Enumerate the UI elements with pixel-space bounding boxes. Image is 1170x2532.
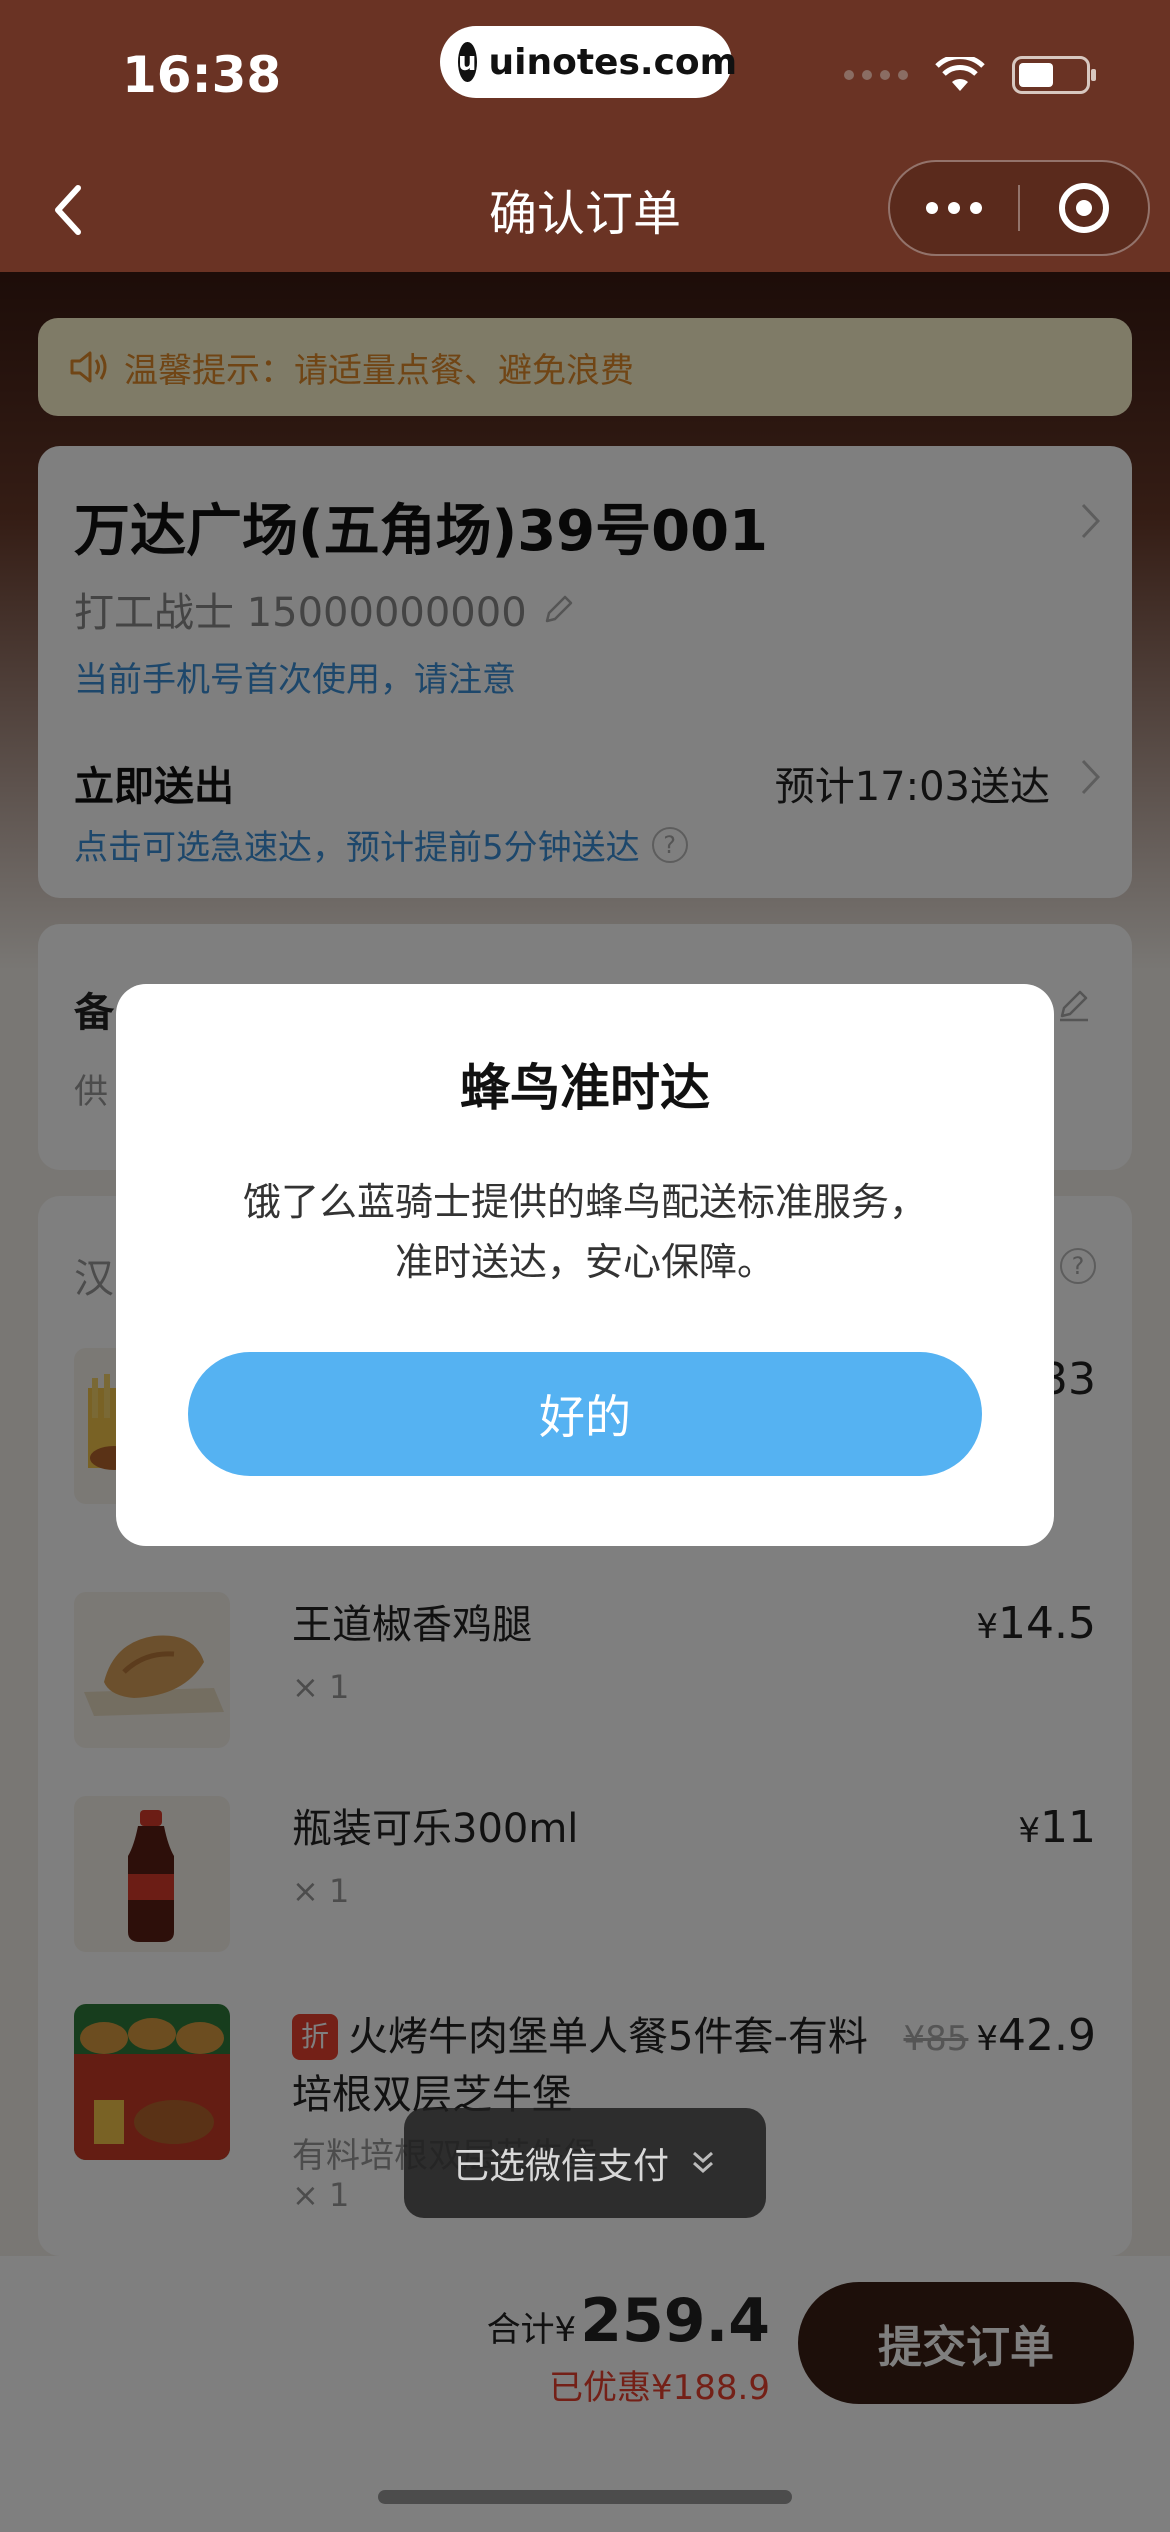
status-time: 16:38 xyxy=(122,46,282,104)
wifi-icon xyxy=(935,57,985,91)
ok-button[interactable]: 好的 xyxy=(188,1352,982,1476)
app-header: 16:38 u uinotes.com 确认订单 xyxy=(0,0,1170,272)
dialog-title: 蜂鸟准时达 xyxy=(460,1059,710,1117)
payment-toast[interactable]: 已选微信支付 xyxy=(404,2108,766,2218)
url-pill: u uinotes.com xyxy=(440,26,737,98)
signal-icon xyxy=(844,70,908,80)
double-chevron-down-icon xyxy=(693,2151,713,2174)
dialog-body-line: 饿了么蓝骑士提供的蜂鸟配送标准服务， xyxy=(242,1180,927,1224)
url-text: uinotes.com xyxy=(488,41,738,83)
close-mini-program-button[interactable] xyxy=(1020,183,1148,233)
mini-program-capsule xyxy=(888,160,1150,256)
status-icons xyxy=(844,56,1096,94)
payment-toast-text: 已选微信支付 xyxy=(452,2146,669,2187)
battery-icon xyxy=(1012,56,1096,94)
more-icon[interactable] xyxy=(890,202,1018,214)
dialog-body-line: 准时送达，安心保障。 xyxy=(394,1240,775,1284)
info-dialog: 蜂鸟准时达 饿了么蓝骑士提供的蜂鸟配送标准服务， 准时送达，安心保障。 好的 xyxy=(116,984,1054,1546)
dialog-body: 饿了么蓝骑士提供的蜂鸟配送标准服务， 准时送达，安心保障。 xyxy=(116,1172,1054,1292)
site-logo-icon: u xyxy=(458,42,477,82)
target-icon xyxy=(1058,183,1109,233)
